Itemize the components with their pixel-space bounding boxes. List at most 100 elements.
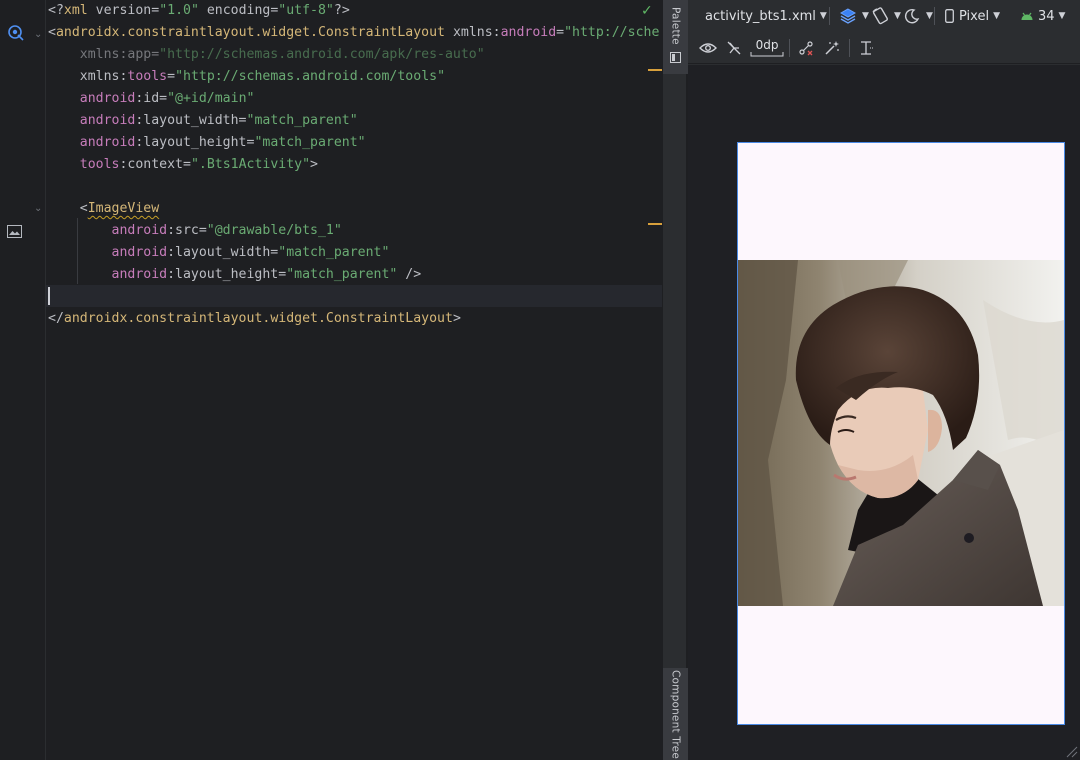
image-view-preview[interactable] (738, 260, 1064, 606)
guidelines-icon (856, 38, 876, 58)
design-surface-button[interactable]: ▼ (838, 4, 869, 28)
code-line[interactable]: android:src="@drawable/bts_1" (48, 220, 342, 242)
component-tree-tab[interactable]: Component Tree (663, 668, 688, 760)
code-line[interactable]: android:layout_height="match_parent" (48, 132, 366, 154)
current-line-highlight (46, 285, 662, 307)
palette-side-strip: Palette Component Tree (662, 0, 688, 760)
code-token: tools (127, 69, 168, 84)
palette-tab-label: Palette (669, 6, 682, 45)
editor-gutter: ⌄ ⌄ (0, 0, 46, 760)
code-token: "utf-8" (278, 3, 334, 18)
code-line[interactable]: </androidx.constraintlayout.widget.Const… (48, 308, 461, 330)
code-line[interactable]: <?xml version="1.0" encoding="utf-8"?> (48, 0, 350, 22)
night-mode-icon (902, 6, 922, 26)
palette-tab[interactable]: Palette (663, 0, 688, 74)
code-line[interactable]: xmlns:app="http://schemas.android.com/ap… (48, 44, 485, 66)
night-mode-chevron-icon: ▼ (926, 11, 933, 21)
fold-marker-icon[interactable]: ⌄ (34, 204, 44, 214)
code-token: xmlns:app= (48, 47, 160, 62)
code-token: encoding= (198, 3, 279, 18)
no-problems-check-icon[interactable]: ✓ (641, 3, 653, 19)
code-token: android (500, 25, 557, 40)
code-token: :layout_height= (135, 135, 255, 150)
default-margins-button[interactable]: 0dp (750, 36, 784, 60)
code-token: android (48, 267, 168, 282)
device-selector[interactable]: Pixel ▼ (943, 4, 1000, 28)
xml-code-editor[interactable]: <?xml version="1.0" encoding="utf-8"?> <a… (46, 0, 662, 760)
code-token: "http://schemas.android.com/apk/res-auto… (159, 47, 485, 62)
code-token: version= (87, 3, 160, 18)
autoconnect-toggle[interactable] (724, 36, 744, 60)
device-icon (943, 6, 955, 26)
activity-link-icon[interactable] (7, 24, 25, 46)
device-preview-frame[interactable] (737, 142, 1065, 725)
code-token: > (310, 157, 318, 172)
toolbar-divider (789, 39, 790, 57)
infer-constraints-button[interactable] (822, 36, 842, 60)
code-line[interactable]: android:layout_height="match_parent" /> (48, 264, 422, 286)
text-caret (48, 287, 50, 305)
code-token: androidx.constraintlayout.widget.Constra… (55, 25, 445, 40)
code-token: "@+id/main" (167, 91, 255, 106)
code-token: android (48, 91, 136, 106)
warning-stripe-marker[interactable] (648, 223, 662, 225)
code-token: :layout_width= (135, 113, 247, 128)
file-name: activity_bts1.xml (705, 8, 816, 24)
image-preview-icon[interactable] (7, 223, 22, 242)
toolbar-divider (849, 39, 850, 57)
code-line[interactable]: android:layout_width="match_parent" (48, 110, 358, 132)
code-line[interactable]: <androidx.constraintlayout.widget.Constr… (48, 22, 659, 44)
code-line[interactable]: <ImageView (48, 198, 159, 220)
code-token: androidx.constraintlayout.widget.Constra… (63, 311, 453, 326)
design-canvas[interactable] (688, 65, 1080, 760)
clear-constraints-button[interactable] (796, 36, 816, 60)
code-token: xmlns: (445, 25, 501, 40)
default-margin-value: 0dp (755, 37, 779, 52)
code-token: xml (63, 3, 88, 18)
component-tree-tab-label: Component Tree (669, 669, 682, 759)
code-line[interactable]: xmlns:tools="http://schemas.android.com/… (48, 66, 445, 88)
orientation-icon (870, 6, 890, 26)
warning-stripe-marker[interactable] (648, 69, 662, 71)
file-dropdown-chevron-icon: ▼ (819, 11, 827, 21)
device-name: Pixel (959, 8, 990, 24)
night-mode-button[interactable]: ▼ (902, 4, 933, 28)
code-token: "http://sche (564, 25, 660, 40)
code-token: :context= (119, 157, 191, 172)
code-token: <? (48, 3, 64, 18)
code-token: tools (48, 157, 120, 172)
infer-constraints-icon (822, 38, 842, 58)
code-line[interactable]: tools:context=".Bts1Activity"> (48, 154, 318, 176)
toolbar-divider (829, 7, 830, 25)
code-token: android (48, 113, 136, 128)
file-selector[interactable]: activity_bts1.xml ▼ (705, 4, 827, 28)
autoconnect-off-icon (724, 38, 744, 58)
view-options-eye-icon (698, 38, 718, 58)
code-token: /> (397, 267, 422, 282)
api-android-icon (1020, 6, 1034, 26)
design-toolbar-bottom: 0dp (688, 32, 1080, 64)
code-token: android (48, 135, 136, 150)
default-margins-icon: 0dp (750, 37, 784, 57)
guidelines-button[interactable] (856, 36, 876, 60)
code-line[interactable]: android:id="@+id/main" (48, 88, 255, 110)
toolbar-divider (934, 7, 935, 25)
code-token: > (452, 311, 461, 326)
view-options-button[interactable] (698, 36, 718, 60)
api-level-selector[interactable]: 34 ▼ (1020, 4, 1065, 28)
code-token: ".Bts1Activity" (190, 157, 311, 172)
code-token: :layout_height= (167, 267, 287, 282)
code-line[interactable]: android:layout_width="match_parent" (48, 242, 390, 264)
orientation-button[interactable]: ▼ (870, 4, 901, 28)
code-token: :id= (135, 91, 168, 106)
resize-handle-icon[interactable] (1066, 746, 1078, 758)
code-token: "@drawable/bts_1" (206, 223, 342, 238)
code-token: "match_parent" (254, 135, 366, 150)
code-token: </ (48, 311, 64, 326)
orientation-chevron-icon: ▼ (894, 11, 901, 21)
portrait-photo (738, 260, 1064, 606)
code-token: "match_parent" (278, 245, 390, 260)
code-token: "match_parent" (246, 113, 358, 128)
fold-marker-icon[interactable]: ⌄ (34, 30, 44, 40)
code-token: "http://schemas.android.com/tools" (175, 69, 446, 84)
